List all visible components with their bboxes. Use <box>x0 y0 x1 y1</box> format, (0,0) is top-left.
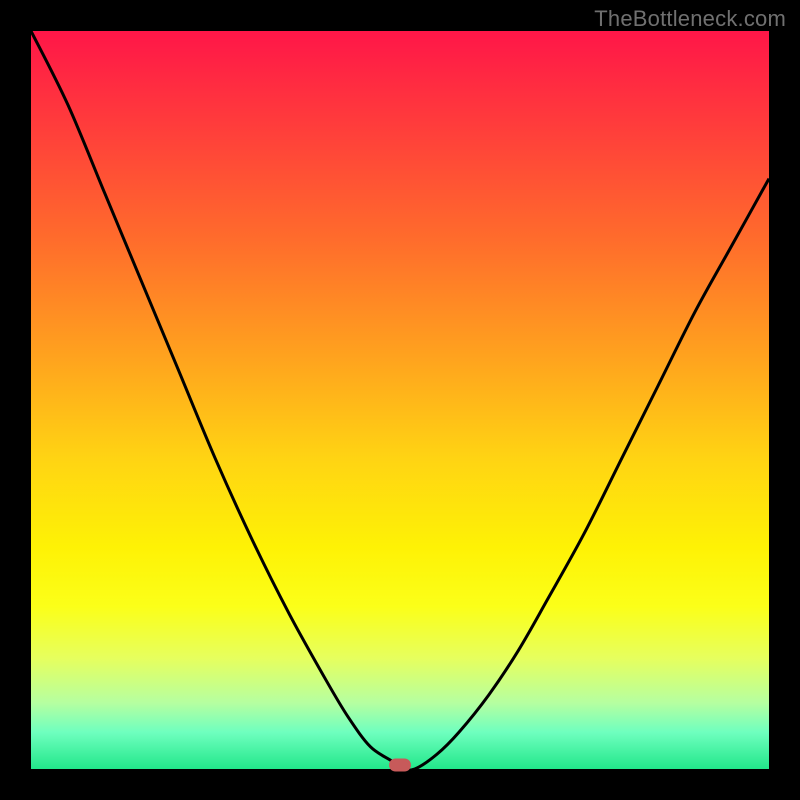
optimal-point-marker <box>389 759 411 772</box>
chart-frame: TheBottleneck.com <box>0 0 800 800</box>
watermark-text: TheBottleneck.com <box>594 6 786 32</box>
plot-area <box>31 31 769 769</box>
bottleneck-curve <box>31 31 769 769</box>
